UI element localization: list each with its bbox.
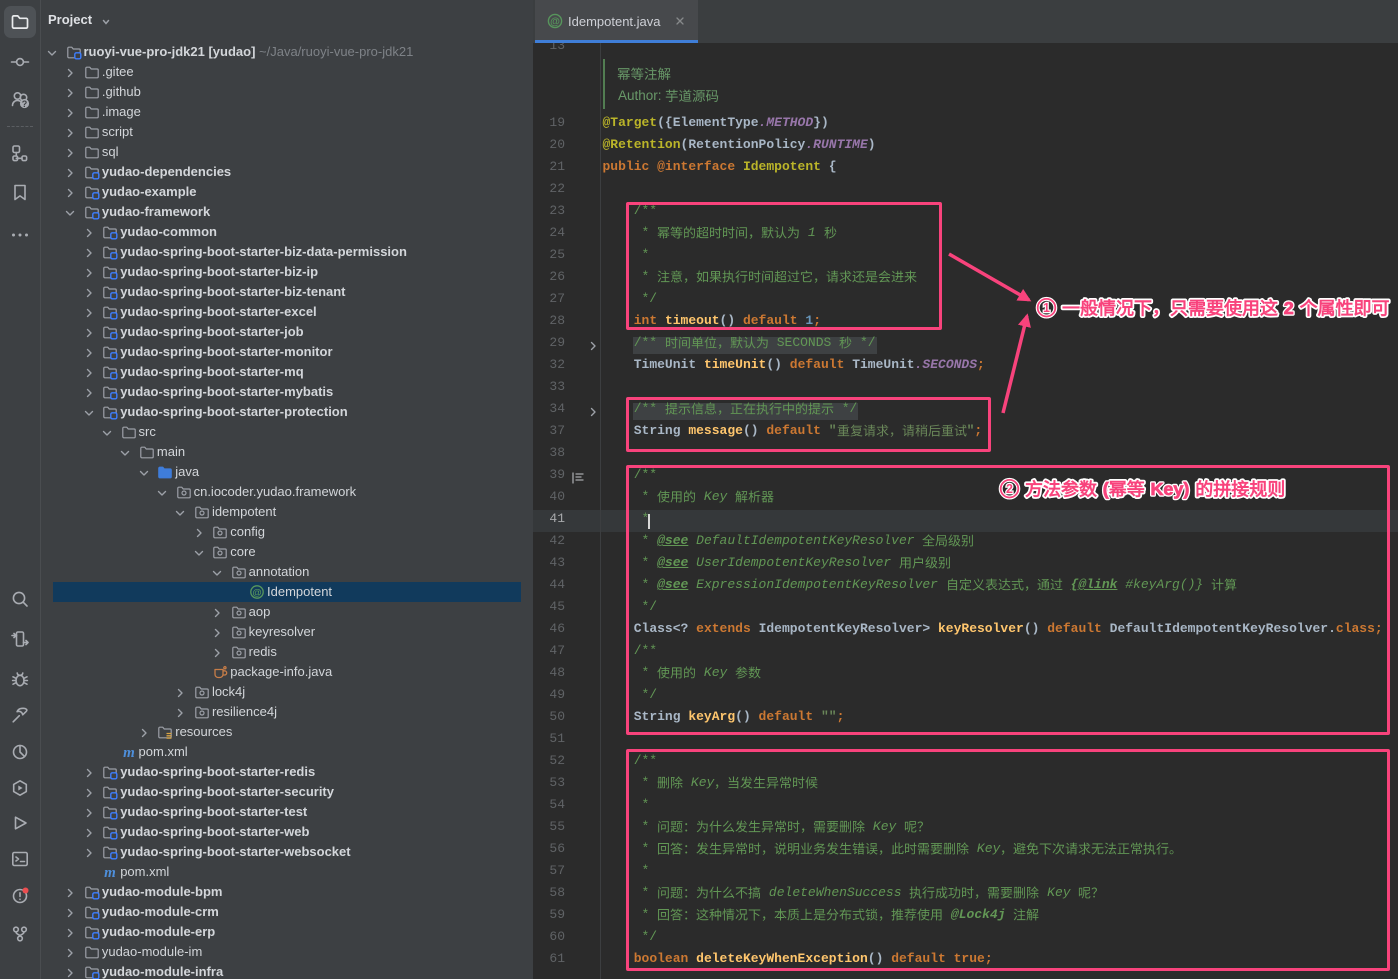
svg-text:?: ? (22, 99, 28, 109)
svg-text:2: 2 (1006, 482, 1013, 496)
svg-text:@: @ (252, 587, 261, 598)
svg-text:@: @ (550, 17, 560, 28)
svg-text:m: m (123, 745, 135, 760)
svg-text:m: m (104, 865, 116, 880)
svg-text:Key): Key) (1150, 479, 1189, 499)
svg-text:1: 1 (1043, 301, 1050, 315)
svg-text:2: 2 (1284, 298, 1294, 318)
svg-text:(: ( (1103, 479, 1109, 499)
